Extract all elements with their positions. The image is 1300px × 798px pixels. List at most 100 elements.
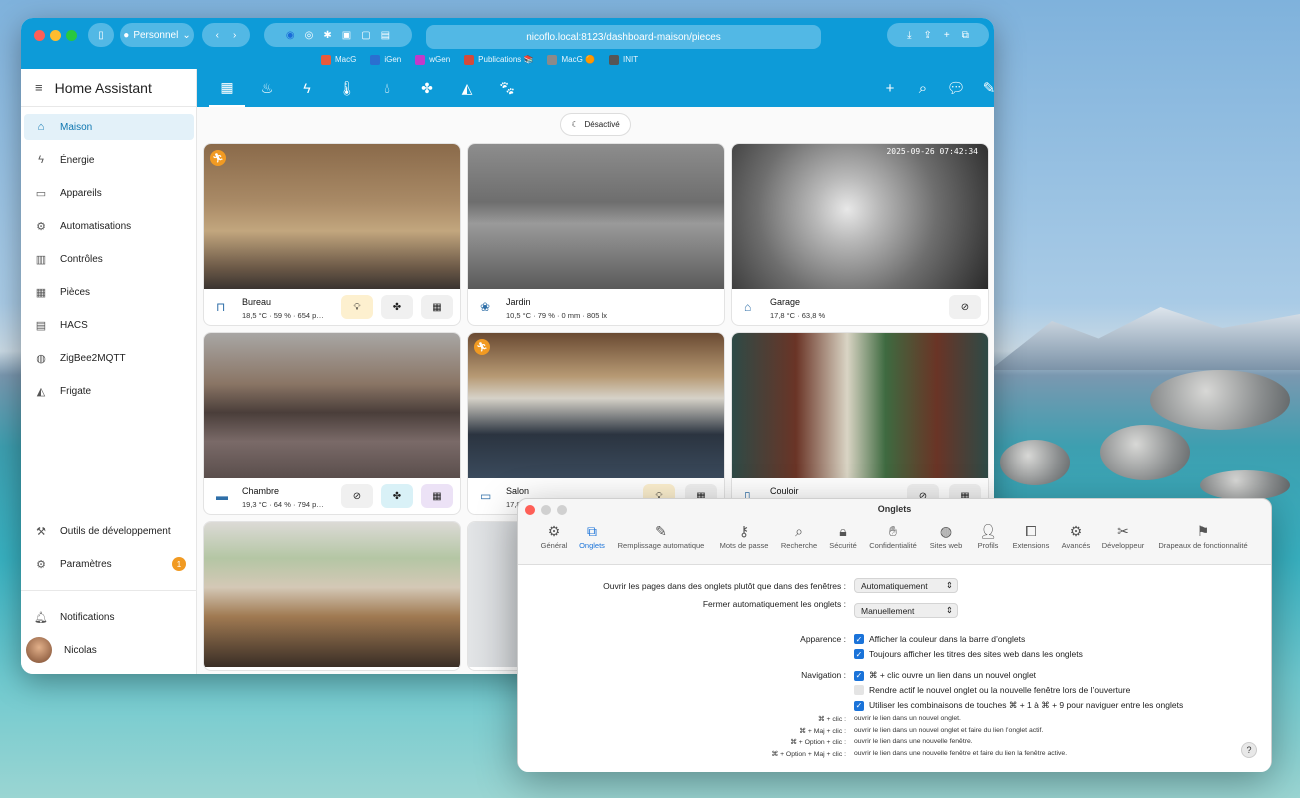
room-card[interactable] bbox=[203, 521, 461, 671]
tab-rooms[interactable]: ▦ bbox=[209, 69, 245, 107]
download-icon[interactable]: ⤓ bbox=[907, 30, 911, 41]
prefs-tab[interactable]: ⧠ Extensions bbox=[1013, 521, 1050, 550]
profile-button[interactable]: ● Personnel ⌄ bbox=[120, 23, 194, 47]
minimize-window-button[interactable] bbox=[50, 30, 61, 41]
tab-heating[interactable]: ♨ bbox=[249, 69, 285, 107]
back-icon[interactable]: ‹ bbox=[216, 30, 219, 41]
prefs-tab[interactable]: ⌕ Recherche bbox=[781, 521, 817, 550]
zoom-window-button[interactable] bbox=[66, 30, 77, 41]
fan-icon[interactable]: ✤ bbox=[381, 484, 413, 508]
room-card[interactable]: ❀ Jardin 10,5 °C · 79 % · 0 mm · 805 lx bbox=[467, 143, 725, 326]
close-window-button[interactable] bbox=[34, 30, 45, 41]
tab-icon[interactable]: ◉ bbox=[286, 30, 295, 41]
room-camera-image[interactable] bbox=[468, 144, 724, 289]
sidebar-item-settings[interactable]: ⚙ Paramètres 1 bbox=[24, 551, 194, 577]
favorite-item[interactable]: INIT bbox=[609, 54, 638, 65]
sidebar-item-user[interactable]: Nicolas bbox=[24, 637, 194, 663]
sidebar-item-hacs[interactable]: ▤ HACS bbox=[24, 312, 194, 338]
room-card[interactable]: 2025-09-26 07:42:34 ⌂ Garage 17,8 °C · 63,8… bbox=[731, 143, 989, 326]
open-pages-select[interactable]: Automatiquement ⇕ bbox=[854, 578, 958, 593]
edit-button[interactable]: ✎ bbox=[978, 78, 994, 98]
tab-icon[interactable]: ▤ bbox=[381, 30, 390, 41]
tab-fans[interactable]: ✤ bbox=[409, 69, 445, 107]
tabs-overview-icon[interactable]: ⧉ bbox=[962, 30, 969, 41]
room-card[interactable]: 🏃︎ ▭ Salon 17,8 💡︎ ▦ bbox=[467, 332, 725, 515]
room-card[interactable]: 🏃︎ ⊓ Bureau 18,5 °C · 59 % · 654 p… 💡︎ ✤ ▦ bbox=[203, 143, 461, 326]
prefs-tab[interactable]: ⚷ Mots de passe bbox=[720, 521, 769, 550]
menu-icon[interactable]: ≡ bbox=[35, 80, 43, 95]
room-camera-image[interactable] bbox=[204, 522, 460, 667]
search-button[interactable]: ⌕ bbox=[912, 78, 934, 98]
address-bar[interactable]: nicoflo.local:8123/dashboard-maison/piec… bbox=[426, 25, 821, 49]
prefs-tab[interactable]: ⧉ Onglets bbox=[579, 521, 605, 550]
room-camera-image[interactable] bbox=[732, 333, 988, 478]
sidebar-item-pieces[interactable]: ▦ Pièces bbox=[24, 279, 194, 305]
add-button[interactable]: + bbox=[879, 78, 901, 98]
prefs-tab[interactable]: 🔒︎ Sécurité bbox=[829, 521, 857, 550]
nav-shortcuts-checkbox[interactable]: ✓ Utiliser les combinaisons de touches ⌘ … bbox=[854, 700, 1183, 711]
forward-icon[interactable]: › bbox=[233, 30, 236, 41]
tab-icon[interactable]: ▢ bbox=[361, 30, 370, 41]
tab-icon[interactable]: ✱ bbox=[323, 30, 331, 41]
sidebar-toggle-button[interactable]: ▯ bbox=[88, 23, 114, 47]
sidebar-item-automatisations[interactable]: ⚙ Automatisations bbox=[24, 213, 194, 239]
close-tabs-select[interactable]: Manuellement ⇕ bbox=[854, 603, 958, 618]
sidebar-item-zigbee2mqtt[interactable]: ◍ ZigBee2MQTT bbox=[24, 345, 194, 371]
appearance-color-checkbox[interactable]: ✓ Afficher la couleur dans la barre d’ong… bbox=[854, 634, 1025, 644]
assist-button[interactable]: 💬︎ bbox=[945, 78, 967, 98]
shortcut-description: ouvrir le lien dans un nouvel onglet et … bbox=[854, 726, 1044, 734]
browser-actions[interactable]: ⤓ ⇪ + ⧉ bbox=[887, 23, 989, 47]
hammer-icon: ⚒ bbox=[36, 525, 46, 538]
prefs-tab[interactable]: ⚑ Drapeaux de fonctionnalité bbox=[1158, 521, 1247, 550]
new-tab-icon[interactable]: + bbox=[944, 30, 950, 41]
favorite-item[interactable]: Publications 📚 bbox=[464, 54, 533, 65]
tab-cameras[interactable]: ◭ bbox=[449, 69, 485, 107]
room-camera-image[interactable]: 🏃︎ bbox=[204, 144, 460, 289]
nav-activate-checkbox[interactable]: Rendre actif le nouvel onglet ou la nouv… bbox=[854, 685, 1130, 695]
room-card[interactable]: ▬ Chambre 19,3 °C · 64 % · 794 p… ⊘ ✤ ▦ bbox=[203, 332, 461, 515]
room-camera-image[interactable]: 2025-09-26 07:42:34 bbox=[732, 144, 988, 289]
prefs-tab[interactable]: ✋︎ Confidentialité bbox=[869, 521, 917, 550]
room-camera-image[interactable]: 🏃︎ bbox=[468, 333, 724, 478]
appearance-titles-checkbox[interactable]: ✓ Toujours afficher les titres des sites … bbox=[854, 649, 1083, 659]
favorite-item[interactable]: iGen bbox=[370, 54, 401, 65]
tab-groups[interactable]: ◉ ◎ ✱ ▣ ▢ ▤ bbox=[264, 23, 412, 47]
sidebar-item-controles[interactable]: ▥ Contrôles bbox=[24, 246, 194, 272]
favorite-item[interactable]: MacG 🟠 bbox=[547, 54, 595, 65]
tab-water[interactable]: 💧︎ bbox=[369, 69, 405, 107]
mode-chip[interactable]: ☾ Désactivé bbox=[560, 113, 631, 136]
prefs-tab[interactable]: 👤︎ Profils bbox=[978, 521, 999, 550]
back-forward-buttons[interactable]: ‹ › bbox=[202, 23, 250, 47]
prefs-tab[interactable]: ⚙ Général bbox=[541, 521, 568, 550]
favorite-item[interactable]: MacG bbox=[321, 54, 356, 65]
sidebar-item-frigate[interactable]: ◭ Frigate bbox=[24, 378, 194, 404]
radiator-icon[interactable]: ▦ bbox=[421, 295, 453, 319]
sidebar-item-appareils[interactable]: ▭ Appareils bbox=[24, 180, 194, 206]
sidebar-item-notifications[interactable]: 🔔︎ Notifications bbox=[24, 604, 194, 630]
tab-temperature[interactable]: 🌡︎ bbox=[329, 69, 365, 107]
light-icon[interactable]: 💡︎ bbox=[341, 295, 373, 319]
sidebar-item-maison[interactable]: ⌂ Maison bbox=[24, 114, 194, 140]
help-button[interactable]: ? bbox=[1241, 742, 1257, 758]
tab-energy[interactable]: ϟ bbox=[289, 69, 325, 107]
fan-icon[interactable]: ✤ bbox=[381, 295, 413, 319]
sidebar-item-dev-tools[interactable]: ⚒ Outils de développement bbox=[24, 518, 194, 544]
flower-icon: ❀ bbox=[480, 300, 491, 314]
favorite-item[interactable]: wGen bbox=[415, 54, 450, 65]
prefs-tab[interactable]: ◍ Sites web bbox=[930, 521, 963, 550]
prefs-tab[interactable]: ✂ Développeur bbox=[1102, 521, 1145, 550]
preferences-window: Onglets ⚙ Général ⧉ Onglets ✎ Remplissage aut… bbox=[517, 498, 1272, 772]
room-camera-image[interactable] bbox=[204, 333, 460, 478]
share-icon[interactable]: ⇪ bbox=[924, 30, 932, 41]
cctv-off-icon[interactable]: ⊘ bbox=[341, 484, 373, 508]
tab-icon[interactable]: ◎ bbox=[305, 30, 314, 41]
cctv-off-icon[interactable]: ⊘ bbox=[949, 295, 981, 319]
tab-pets[interactable]: 🐾︎ bbox=[489, 69, 525, 107]
prefs-tab[interactable]: ⚙ Avancés bbox=[1062, 521, 1091, 550]
nav-cmd-click-checkbox[interactable]: ✓ ⌘ + clic ouvre un lien dans un nouvel o… bbox=[854, 670, 1036, 681]
radiator-icon[interactable]: ▦ bbox=[421, 484, 453, 508]
tab-icon[interactable]: ▣ bbox=[342, 30, 351, 41]
room-card[interactable]: ▯ Couloir ⊘ ▦ bbox=[731, 332, 989, 515]
prefs-tab[interactable]: ✎ Remplissage automatique bbox=[618, 521, 705, 550]
sidebar-item-energie[interactable]: ϟ Énergie bbox=[24, 147, 194, 173]
